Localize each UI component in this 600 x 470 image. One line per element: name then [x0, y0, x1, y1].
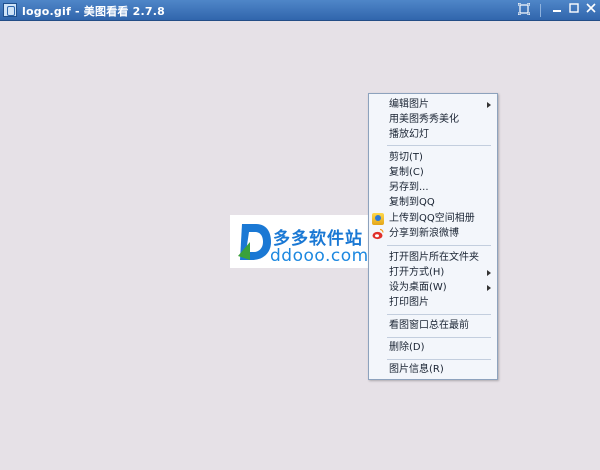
displayed-image: 多多软件站 ddooo.com: [230, 215, 369, 268]
menu-divider: [387, 145, 491, 146]
title-bar: logo.gif - 美图看看 2.7.8: [0, 0, 600, 21]
menu-item-slideshow[interactable]: 播放幻灯: [389, 129, 429, 141]
menu-divider: [387, 359, 491, 360]
titlebar-divider: [540, 4, 541, 17]
menu-item-delete[interactable]: 删除(D): [389, 342, 425, 354]
menu-item-open-with[interactable]: 打开方式(H): [389, 267, 444, 279]
logo-english-text: ddooo.com: [270, 246, 369, 266]
window-title: logo.gif - 美图看看 2.7.8: [22, 5, 165, 18]
context-menu: 编辑图片 用美图秀秀美化 播放幻灯 剪切(T) 复制(C) 另存到... 复制到…: [368, 93, 498, 380]
menu-item-always-on-top[interactable]: 看图窗口总在最前: [389, 320, 469, 332]
menu-item-print[interactable]: 打印图片: [389, 297, 429, 309]
menu-divider: [387, 314, 491, 315]
menu-item-save-as[interactable]: 另存到...: [389, 182, 429, 194]
menu-item-share-weibo[interactable]: 分享到新浪微博: [389, 228, 459, 240]
menu-item-cut[interactable]: 剪切(T): [389, 152, 423, 164]
menu-item-beautify[interactable]: 用美图秀秀美化: [389, 114, 459, 126]
menu-item-set-wallpaper[interactable]: 设为桌面(W): [389, 282, 447, 294]
weibo-icon: [372, 228, 384, 240]
menu-item-copy-to-qq[interactable]: 复制到QQ: [389, 197, 435, 209]
minimize-icon[interactable]: [549, 3, 564, 17]
submenu-arrow-icon: [487, 270, 491, 276]
menu-divider: [387, 245, 491, 246]
app-icon: [3, 3, 17, 17]
menu-item-open-folder[interactable]: 打开图片所在文件夹: [389, 252, 479, 264]
submenu-arrow-icon: [487, 285, 491, 291]
qzone-icon: [372, 213, 384, 225]
menu-item-copy[interactable]: 复制(C): [389, 167, 424, 179]
close-icon[interactable]: [583, 3, 598, 17]
maximize-icon[interactable]: [566, 3, 581, 17]
menu-item-edit-image[interactable]: 编辑图片: [389, 99, 429, 111]
menu-item-upload-qzone[interactable]: 上传到QQ空间相册: [389, 213, 475, 225]
menu-item-image-info[interactable]: 图片信息(R): [389, 364, 444, 376]
submenu-arrow-icon: [487, 102, 491, 108]
fullscreen-icon[interactable]: [516, 2, 531, 17]
ddooo-logo-icon: [238, 224, 271, 260]
menu-divider: [387, 337, 491, 338]
